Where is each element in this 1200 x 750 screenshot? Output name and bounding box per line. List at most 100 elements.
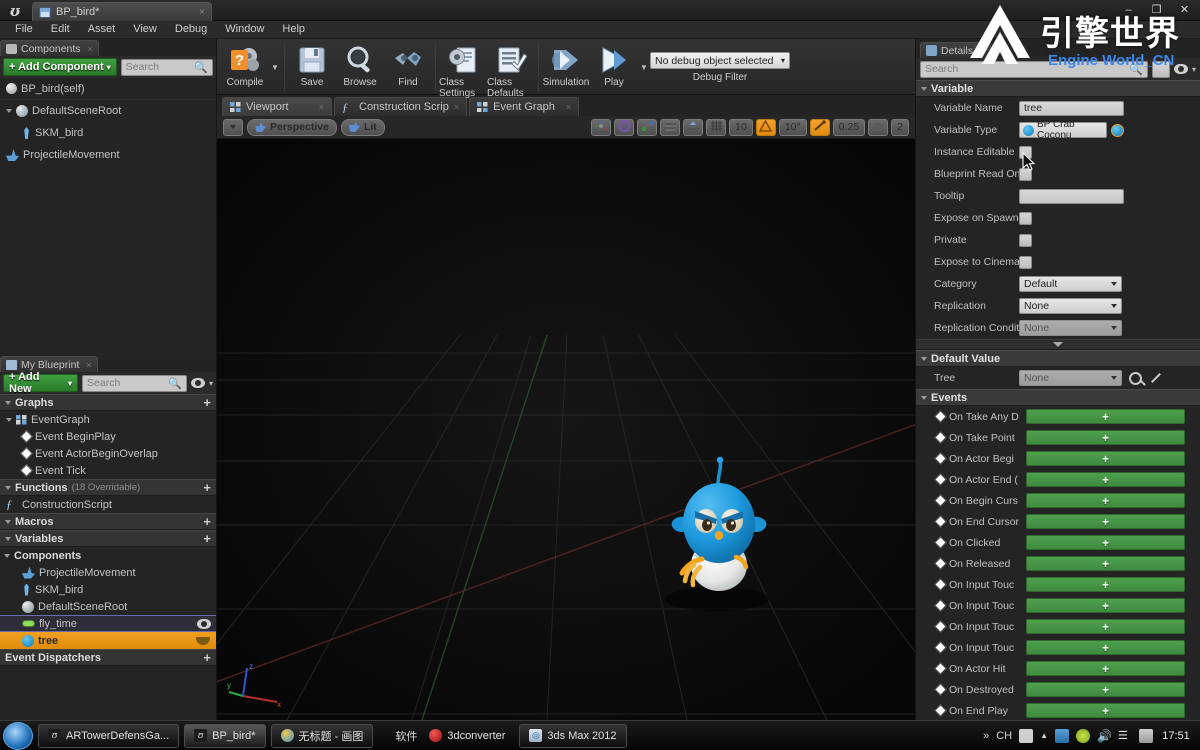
- my-blueprint-item[interactable]: Event Tick: [0, 462, 216, 479]
- tab-components[interactable]: Components ×: [0, 40, 99, 56]
- rotate-mode[interactable]: [614, 119, 634, 136]
- start-button[interactable]: [3, 722, 33, 750]
- show-hidden-icons-icon[interactable]: ▲: [1040, 731, 1048, 740]
- camera-speed-toggle[interactable]: [868, 119, 888, 136]
- toolbar-button-browse[interactable]: Browse: [336, 41, 384, 93]
- edit-asset-icon[interactable]: [1151, 373, 1161, 383]
- ime-icon[interactable]: [1019, 729, 1033, 743]
- rotation-snap-value[interactable]: 10°: [779, 119, 807, 136]
- camera-speed-value[interactable]: 2: [891, 119, 909, 136]
- expand-arrow-icon[interactable]: [5, 537, 11, 541]
- property-checkbox[interactable]: [1019, 256, 1032, 269]
- property-checkbox[interactable]: [1019, 146, 1032, 159]
- property-select[interactable]: Default: [1019, 276, 1122, 292]
- grid-snap-toggle[interactable]: [706, 119, 726, 136]
- minimize-button[interactable]: –: [1115, 1, 1142, 18]
- add-event-button[interactable]: +: [1026, 703, 1185, 718]
- add-event-button[interactable]: +: [1026, 472, 1185, 487]
- taskbar-clock[interactable]: 17:51: [1160, 730, 1192, 742]
- volume-icon[interactable]: 🔊: [1097, 729, 1111, 743]
- expand-arrow-icon[interactable]: [921, 396, 927, 400]
- add-event-button[interactable]: +: [1026, 514, 1185, 529]
- section-header-variables[interactable]: Variables+: [0, 530, 216, 547]
- variable-item[interactable]: SKM_bird: [0, 581, 216, 598]
- update-icon[interactable]: [1076, 729, 1090, 743]
- my-blueprint-search-input[interactable]: Search 🔍: [82, 375, 187, 392]
- viewport-options-menu[interactable]: [223, 119, 243, 136]
- add-event-button[interactable]: +: [1026, 682, 1185, 697]
- visibility-eye-icon[interactable]: [197, 619, 211, 629]
- security-icon[interactable]: [1139, 729, 1153, 743]
- component-tree-row[interactable]: DefaultSceneRoot: [0, 100, 216, 122]
- component-tree-row[interactable]: ProjectileMovement: [0, 144, 216, 166]
- expand-arrow-icon[interactable]: [6, 109, 12, 113]
- add-item-button[interactable]: +: [203, 481, 211, 494]
- visibility-eye-icon[interactable]: [191, 378, 205, 388]
- expand-arrow-icon[interactable]: [4, 554, 10, 558]
- section-header-event-dispatchers[interactable]: Event Dispatchers+: [0, 649, 216, 666]
- close-icon[interactable]: ×: [980, 46, 985, 56]
- component-tree-row[interactable]: BP_bird(self): [0, 78, 216, 100]
- tray-overflow-icon[interactable]: »: [983, 730, 989, 742]
- tab-my-blueprint[interactable]: My Blueprint ×: [0, 356, 98, 372]
- my-blueprint-item[interactable]: Event BeginPlay: [0, 428, 216, 445]
- tab-construction-scrip[interactable]: ƒConstruction Scrip×: [334, 97, 467, 116]
- close-button[interactable]: ✕: [1171, 1, 1198, 18]
- window-document-tab[interactable]: BP_bird* ×: [32, 2, 212, 21]
- details-expander-button[interactable]: [916, 339, 1200, 350]
- signal-icon[interactable]: ☰: [1118, 729, 1132, 743]
- details-search-input[interactable]: Search 🔍: [920, 61, 1148, 78]
- variable-item[interactable]: DefaultSceneRoot: [0, 598, 216, 615]
- add-item-button[interactable]: +: [203, 532, 211, 545]
- ime-language-indicator[interactable]: CH: [996, 730, 1012, 742]
- my-blueprint-item[interactable]: Event ActorBeginOverlap: [0, 445, 216, 462]
- property-select[interactable]: None: [1019, 298, 1122, 314]
- add-event-button[interactable]: +: [1026, 598, 1185, 613]
- dropdown-caret-icon[interactable]: ▼: [638, 41, 650, 93]
- expand-arrow-icon[interactable]: [5, 486, 11, 490]
- add-event-button[interactable]: +: [1026, 577, 1185, 592]
- add-event-button[interactable]: +: [1026, 493, 1185, 508]
- surface-snap[interactable]: [683, 119, 703, 136]
- menu-item-window[interactable]: Window: [216, 21, 273, 38]
- add-new-button[interactable]: + Add New ▾: [3, 374, 78, 392]
- add-event-button[interactable]: +: [1026, 640, 1185, 655]
- toolbar-button-save[interactable]: Save: [288, 41, 336, 93]
- variable-item[interactable]: fly_time: [0, 615, 216, 632]
- add-item-button[interactable]: +: [203, 651, 211, 664]
- 3d-viewport[interactable]: x y z: [217, 139, 915, 720]
- component-tree-row[interactable]: SKM_bird: [0, 122, 216, 144]
- close-icon[interactable]: ×: [454, 102, 459, 112]
- grid-snap-value[interactable]: 10: [729, 119, 753, 136]
- menu-item-help[interactable]: Help: [273, 21, 314, 38]
- menu-item-asset[interactable]: Asset: [79, 21, 125, 38]
- network-icon[interactable]: [1055, 729, 1069, 743]
- rotation-snap-toggle[interactable]: [756, 119, 776, 136]
- expand-arrow-icon[interactable]: [921, 87, 927, 91]
- menu-item-debug[interactable]: Debug: [166, 21, 216, 38]
- scale-snap-value[interactable]: 0.25: [833, 119, 865, 136]
- menu-item-view[interactable]: View: [124, 21, 166, 38]
- scale-mode[interactable]: [637, 119, 657, 136]
- taskbar-button[interactable]: 无标题 - 画图: [271, 724, 374, 748]
- add-event-button[interactable]: +: [1026, 556, 1185, 571]
- property-text-input[interactable]: [1019, 189, 1124, 204]
- browse-asset-icon[interactable]: [1129, 372, 1142, 385]
- toolbar-button-class-defaults[interactable]: Class Defaults: [487, 41, 535, 93]
- dropdown-caret-icon[interactable]: ▼: [269, 41, 281, 93]
- asset-picker-select[interactable]: None: [1019, 370, 1122, 386]
- section-header-macros[interactable]: Macros+: [0, 513, 216, 530]
- menu-item-edit[interactable]: Edit: [42, 21, 79, 38]
- variable-item[interactable]: tree: [0, 632, 216, 649]
- toolbar-button-play[interactable]: Play: [590, 41, 638, 93]
- toolbar-button-class-settings[interactable]: Class Settings: [439, 41, 487, 93]
- add-event-button[interactable]: +: [1026, 430, 1185, 445]
- visibility-eye-icon[interactable]: [1174, 64, 1188, 74]
- variable-type-selector[interactable]: BP Crab Coconu: [1019, 122, 1107, 138]
- tab-viewport[interactable]: Viewport×: [222, 97, 332, 116]
- chevron-down-icon[interactable]: ▾: [209, 379, 213, 388]
- components-search-input[interactable]: Search 🔍: [121, 59, 213, 76]
- taskbar-button[interactable]: 3dconverter: [420, 724, 514, 748]
- add-event-button[interactable]: +: [1026, 451, 1185, 466]
- property-checkbox[interactable]: [1019, 168, 1032, 181]
